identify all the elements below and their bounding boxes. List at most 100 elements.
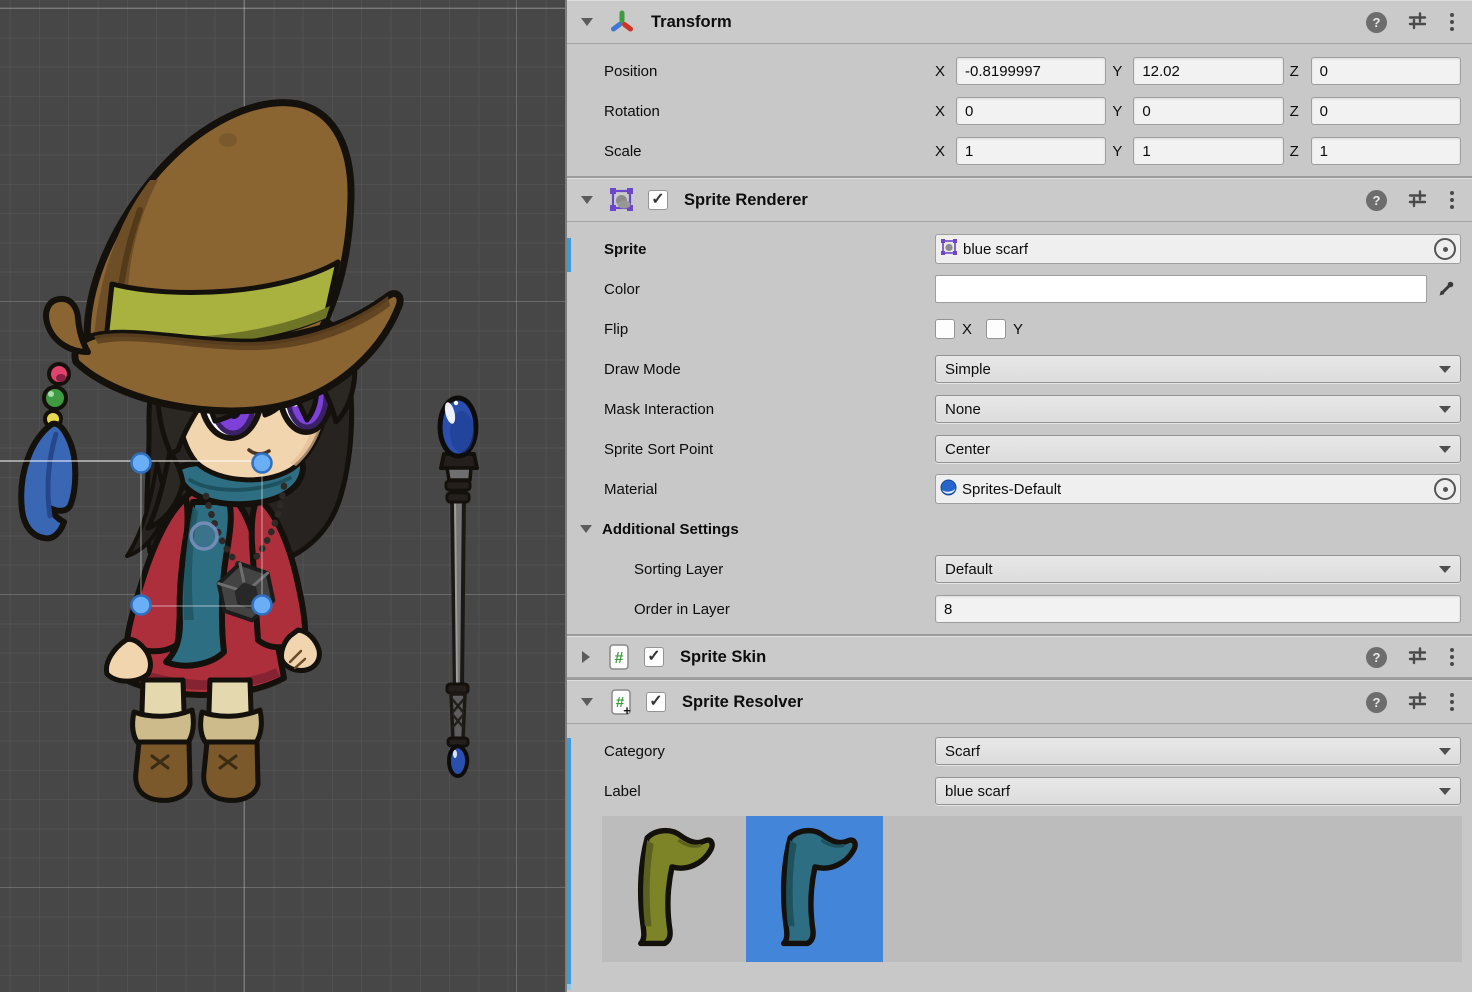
order-in-layer-row: Order in Layer bbox=[567, 594, 1472, 624]
help-icon[interactable]: ? bbox=[1366, 12, 1387, 33]
sorting-layer-dropdown[interactable]: Default bbox=[935, 555, 1461, 583]
sprite-sort-point-label[interactable]: Sprite Sort Point bbox=[567, 441, 935, 458]
svg-text:#: # bbox=[615, 650, 624, 667]
help-icon[interactable]: ? bbox=[1366, 692, 1387, 713]
help-icon[interactable]: ? bbox=[1366, 647, 1387, 668]
selection-handle-top-left[interactable] bbox=[132, 454, 151, 473]
category-dropdown[interactable]: Scarf bbox=[935, 737, 1461, 765]
material-object-field[interactable]: Sprites-Default bbox=[935, 474, 1461, 504]
sorting-layer-row: Sorting Layer Default bbox=[567, 554, 1472, 584]
rotation-label[interactable]: Rotation bbox=[567, 103, 935, 120]
sprite-resolver-header[interactable]: # + Sprite Resolver ? bbox=[567, 680, 1472, 724]
selection-handle-bottom-right[interactable] bbox=[253, 596, 272, 615]
rotation-row: Rotation X Y Z bbox=[567, 96, 1472, 126]
flip-label[interactable]: Flip bbox=[567, 321, 935, 338]
flip-x-checkbox[interactable] bbox=[935, 319, 955, 339]
position-label[interactable]: Position bbox=[567, 63, 935, 80]
draw-mode-dropdown[interactable]: Simple bbox=[935, 355, 1461, 383]
scale-label[interactable]: Scale bbox=[567, 143, 935, 160]
position-z-field[interactable] bbox=[1311, 57, 1461, 85]
order-in-layer-field[interactable] bbox=[935, 595, 1461, 623]
axis-z-label[interactable]: Z bbox=[1290, 103, 1305, 120]
axis-y-label[interactable]: Y bbox=[1112, 143, 1127, 160]
axis-x-label[interactable]: X bbox=[935, 143, 950, 160]
scale-x-field[interactable] bbox=[956, 137, 1106, 165]
position-y-field[interactable] bbox=[1133, 57, 1283, 85]
override-bar-tick bbox=[567, 984, 571, 990]
flip-row: Flip X Y bbox=[567, 314, 1472, 344]
sprite-label[interactable]: Sprite bbox=[567, 241, 935, 258]
draw-mode-label[interactable]: Draw Mode bbox=[567, 361, 935, 378]
sprite-renderer-header[interactable]: Sprite Renderer ? bbox=[567, 178, 1472, 222]
scale-z-field[interactable] bbox=[1311, 137, 1461, 165]
kebab-menu-icon[interactable] bbox=[1448, 646, 1456, 668]
presets-icon[interactable] bbox=[1407, 690, 1428, 715]
axis-x-label[interactable]: X bbox=[935, 63, 950, 80]
position-row: Position X Y Z bbox=[567, 56, 1472, 86]
color-label[interactable]: Color bbox=[567, 281, 935, 298]
axis-y-label[interactable]: Y bbox=[1112, 63, 1127, 80]
object-picker-icon[interactable] bbox=[1434, 478, 1456, 500]
axis-y-label[interactable]: Y bbox=[1112, 103, 1127, 120]
label-dropdown[interactable]: blue scarf bbox=[935, 777, 1461, 805]
unity-editor-window: Transform ? Position X bbox=[0, 0, 1472, 992]
order-in-layer-label[interactable]: Order in Layer bbox=[567, 601, 935, 618]
foldout-open-icon[interactable] bbox=[580, 525, 592, 533]
color-swatch[interactable] bbox=[935, 275, 1427, 303]
axis-x-label[interactable]: X bbox=[935, 103, 950, 120]
foldout-open-icon[interactable] bbox=[581, 698, 593, 706]
mask-interaction-row: Mask Interaction None bbox=[567, 394, 1472, 424]
help-icon[interactable]: ? bbox=[1366, 190, 1387, 211]
rotation-y-field[interactable] bbox=[1133, 97, 1283, 125]
color-row: Color bbox=[567, 274, 1472, 304]
category-label[interactable]: Category bbox=[567, 743, 935, 760]
kebab-menu-icon[interactable] bbox=[1448, 189, 1456, 211]
presets-icon[interactable] bbox=[1407, 645, 1428, 670]
eyedropper-icon[interactable] bbox=[1431, 275, 1461, 303]
component-enabled-checkbox[interactable] bbox=[644, 647, 664, 667]
label-label[interactable]: Label bbox=[567, 783, 935, 800]
position-x-field[interactable] bbox=[956, 57, 1106, 85]
foldout-open-icon[interactable] bbox=[581, 196, 593, 204]
object-picker-icon[interactable] bbox=[1434, 238, 1456, 260]
selection-handle-top-right[interactable] bbox=[253, 454, 272, 473]
sprite-sort-point-dropdown[interactable]: Center bbox=[935, 435, 1461, 463]
svg-text:+: + bbox=[623, 703, 631, 716]
sprite-skin-header[interactable]: # Sprite Skin ? bbox=[567, 636, 1472, 678]
presets-icon[interactable] bbox=[1407, 188, 1428, 213]
rotation-z-field[interactable] bbox=[1311, 97, 1461, 125]
witch-hat bbox=[46, 103, 400, 411]
kebab-menu-icon[interactable] bbox=[1448, 11, 1456, 33]
feather bbox=[21, 424, 75, 539]
selection-handle-bottom-left[interactable] bbox=[132, 596, 151, 615]
additional-settings-foldout[interactable]: Additional Settings bbox=[567, 521, 935, 538]
foldout-open-icon[interactable] bbox=[581, 18, 593, 26]
variant-thumb-green-scarf[interactable] bbox=[602, 816, 742, 962]
flip-y-checkbox[interactable] bbox=[986, 319, 1006, 339]
sorting-layer-label[interactable]: Sorting Layer bbox=[567, 561, 935, 578]
foldout-closed-icon[interactable] bbox=[582, 651, 590, 663]
scale-y-field[interactable] bbox=[1133, 137, 1283, 165]
label-value: blue scarf bbox=[945, 783, 1010, 800]
axis-z-label[interactable]: Z bbox=[1290, 63, 1305, 80]
rotation-x-field[interactable] bbox=[956, 97, 1106, 125]
component-enabled-checkbox[interactable] bbox=[646, 692, 666, 712]
material-label[interactable]: Material bbox=[567, 481, 935, 498]
mask-interaction-dropdown[interactable]: None bbox=[935, 395, 1461, 423]
variant-thumb-blue-scarf-selected[interactable] bbox=[746, 816, 883, 962]
staff-sprite[interactable] bbox=[440, 398, 477, 776]
axis-z-label[interactable]: Z bbox=[1290, 143, 1305, 160]
component-title: Sprite Renderer bbox=[684, 191, 808, 210]
presets-icon[interactable] bbox=[1407, 10, 1428, 35]
component-enabled-checkbox[interactable] bbox=[648, 190, 668, 210]
material-value: Sprites-Default bbox=[962, 481, 1061, 498]
kebab-menu-icon[interactable] bbox=[1448, 691, 1456, 713]
scene-view[interactable] bbox=[0, 0, 565, 992]
mask-interaction-label[interactable]: Mask Interaction bbox=[567, 401, 935, 418]
scene-canvas bbox=[0, 0, 565, 992]
sprite-object-field[interactable]: blue scarf bbox=[935, 234, 1461, 264]
additional-settings-label: Additional Settings bbox=[602, 521, 739, 538]
transform-header[interactable]: Transform ? bbox=[567, 0, 1472, 44]
pivot-circle[interactable] bbox=[191, 523, 217, 549]
character-sprite[interactable] bbox=[21, 103, 400, 801]
